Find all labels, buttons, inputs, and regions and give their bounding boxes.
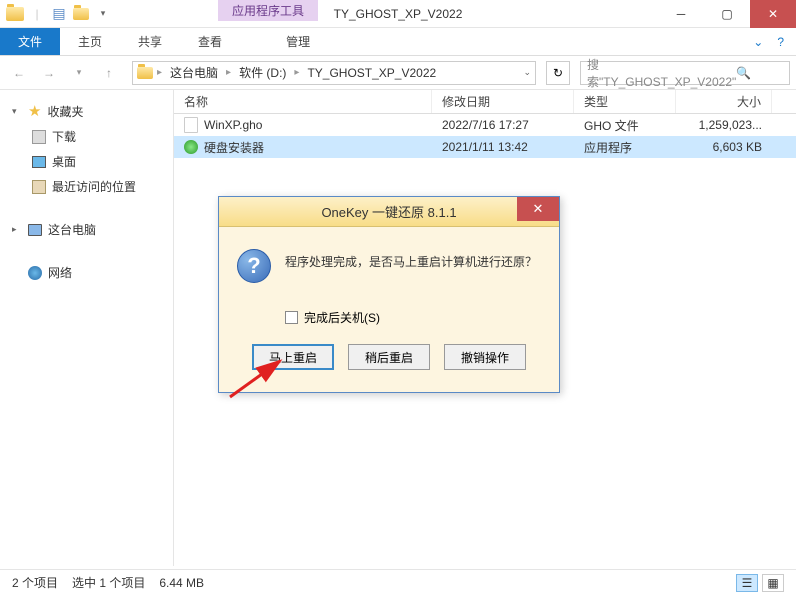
address-bar[interactable]: ▸ 这台电脑 ▸ 软件 (D:) ▸ TY_GHOST_XP_V2022 ⌄ (132, 61, 536, 85)
address-dropdown-icon[interactable]: ⌄ (523, 67, 531, 78)
back-button[interactable]: ← (6, 60, 32, 86)
file-date: 2021/1/11 13:42 (432, 140, 574, 154)
chevron-right-icon: ▸ (12, 224, 22, 235)
downloads-icon (32, 130, 46, 144)
sidebar-item-label: 最近访问的位置 (52, 178, 136, 195)
column-header-date[interactable]: 修改日期 (432, 90, 574, 113)
file-size: 1,259,023... (676, 118, 772, 132)
sidebar-item-desktop[interactable]: 桌面 (0, 149, 173, 174)
maximize-button[interactable]: ▢ (704, 0, 750, 28)
status-item-count: 2 个项目 (12, 574, 58, 591)
dialog-title: OneKey 一键还原 8.1.1 (321, 202, 456, 221)
tab-file[interactable]: 文件 (0, 28, 60, 55)
tab-manage[interactable]: 管理 (268, 28, 328, 55)
file-row[interactable]: WinXP.gho 2022/7/16 17:27GHO 文件1,259,023.… (174, 114, 796, 136)
folder-icon (137, 67, 153, 79)
sidebar-network[interactable]: 网络 (0, 260, 173, 285)
up-button[interactable]: ↑ (96, 60, 122, 86)
computer-icon (28, 224, 42, 236)
sidebar-label: 这台电脑 (48, 221, 96, 238)
tab-home[interactable]: 主页 (60, 28, 120, 55)
cancel-operation-button[interactable]: 撤销操作 (444, 344, 526, 370)
chevron-right-icon[interactable]: ▸ (226, 67, 231, 78)
view-icons-button[interactable]: ▦ (762, 574, 784, 592)
navigation-pane: ▾ ★ 收藏夹 下载 桌面 最近访问的位置 ▸ 这台电脑 网络 (0, 90, 174, 566)
column-header-name[interactable]: 名称 (174, 90, 432, 113)
chevron-right-icon[interactable]: ▸ (157, 67, 162, 78)
tab-view[interactable]: 查看 (180, 28, 240, 55)
file-type: GHO 文件 (574, 117, 676, 134)
close-button[interactable]: ✕ (750, 0, 796, 28)
folder-icon (6, 5, 24, 23)
search-icon: 🔍 (736, 66, 783, 80)
forward-button[interactable]: → (36, 60, 62, 86)
file-icon (184, 140, 198, 154)
file-row[interactable]: 硬盘安装器 2021/1/11 13:42应用程序6,603 KB (174, 136, 796, 158)
search-placeholder: 搜索"TY_GHOST_XP_V2022" (587, 56, 736, 90)
recent-icon (32, 180, 46, 194)
minimize-button[interactable]: ─ (658, 0, 704, 28)
breadcrumb-item[interactable]: TY_GHOST_XP_V2022 (303, 66, 440, 80)
file-name: WinXP.gho (204, 118, 262, 132)
sidebar-item-recent[interactable]: 最近访问的位置 (0, 174, 173, 199)
file-list: WinXP.gho 2022/7/16 17:27GHO 文件1,259,023.… (174, 114, 796, 158)
qat-dropdown-icon[interactable]: ▾ (94, 5, 112, 23)
properties-icon[interactable]: ▤ (50, 5, 68, 23)
chevron-down-icon: ▾ (12, 106, 22, 117)
question-icon: ? (237, 249, 271, 283)
file-name: 硬盘安装器 (204, 139, 264, 156)
network-icon (28, 266, 42, 280)
history-dropdown[interactable]: ▾ (66, 60, 92, 86)
sidebar-computer[interactable]: ▸ 这台电脑 (0, 217, 173, 242)
checkbox-label: 完成后关机(S) (304, 309, 380, 326)
column-header-type[interactable]: 类型 (574, 90, 676, 113)
column-headers: 名称 修改日期 类型 大小 (174, 90, 796, 114)
shutdown-checkbox[interactable]: 完成后关机(S) (285, 309, 541, 326)
dialog-title-bar[interactable]: OneKey 一键还原 8.1.1 ✕ (219, 197, 559, 227)
file-date: 2022/7/16 17:27 (432, 118, 574, 132)
ribbon-expand-icon[interactable]: ⌄ ? (741, 28, 796, 55)
qat-separator: | (28, 5, 46, 23)
restart-later-button[interactable]: 稍后重启 (348, 344, 430, 370)
file-size: 6,603 KB (676, 140, 772, 154)
window-title: TY_GHOST_XP_V2022 (334, 7, 463, 21)
breadcrumb-item[interactable]: 这台电脑 (166, 64, 222, 81)
ribbon: 文件 主页 共享 查看 管理 ⌄ ? (0, 28, 796, 56)
status-size: 6.44 MB (159, 576, 204, 590)
star-icon: ★ (28, 102, 41, 120)
contextual-tab-label: 应用程序工具 (218, 0, 318, 21)
dialog-close-button[interactable]: ✕ (517, 197, 559, 221)
column-header-size[interactable]: 大小 (676, 90, 772, 113)
breadcrumb-item[interactable]: 软件 (D:) (235, 64, 290, 81)
status-selection: 选中 1 个项目 (72, 574, 145, 591)
sidebar-label: 收藏夹 (47, 103, 83, 120)
sidebar-label: 网络 (48, 264, 72, 281)
dialog-message: 程序处理完成，是否马上重启计算机进行还原？ (285, 249, 537, 270)
titlebar: | ▤ ▾ 应用程序工具 TY_GHOST_XP_V2022 ─ ▢ ✕ (0, 0, 796, 28)
sidebar-favorites[interactable]: ▾ ★ 收藏夹 (0, 98, 173, 124)
search-input[interactable]: 搜索"TY_GHOST_XP_V2022" 🔍 (580, 61, 790, 85)
new-folder-icon[interactable] (72, 5, 90, 23)
desktop-icon (32, 156, 46, 168)
navigation-bar: ← → ▾ ↑ ▸ 这台电脑 ▸ 软件 (D:) ▸ TY_GHOST_XP_V… (0, 56, 796, 90)
file-type: 应用程序 (574, 139, 676, 156)
refresh-button[interactable]: ↻ (546, 61, 570, 85)
tab-share[interactable]: 共享 (120, 28, 180, 55)
sidebar-item-downloads[interactable]: 下载 (0, 124, 173, 149)
checkbox-icon (285, 311, 298, 324)
chevron-right-icon[interactable]: ▸ (294, 67, 299, 78)
sidebar-item-label: 下载 (52, 128, 76, 145)
sidebar-item-label: 桌面 (52, 153, 76, 170)
restart-now-button[interactable]: 马上重启 (252, 344, 334, 370)
dialog-onekey: OneKey 一键还原 8.1.1 ✕ ? 程序处理完成，是否马上重启计算机进行… (218, 196, 560, 393)
status-bar: 2 个项目 选中 1 个项目 6.44 MB ☰ ▦ (0, 569, 796, 595)
quick-access-toolbar: | ▤ ▾ (0, 5, 112, 23)
view-details-button[interactable]: ☰ (736, 574, 758, 592)
file-icon (184, 117, 198, 133)
